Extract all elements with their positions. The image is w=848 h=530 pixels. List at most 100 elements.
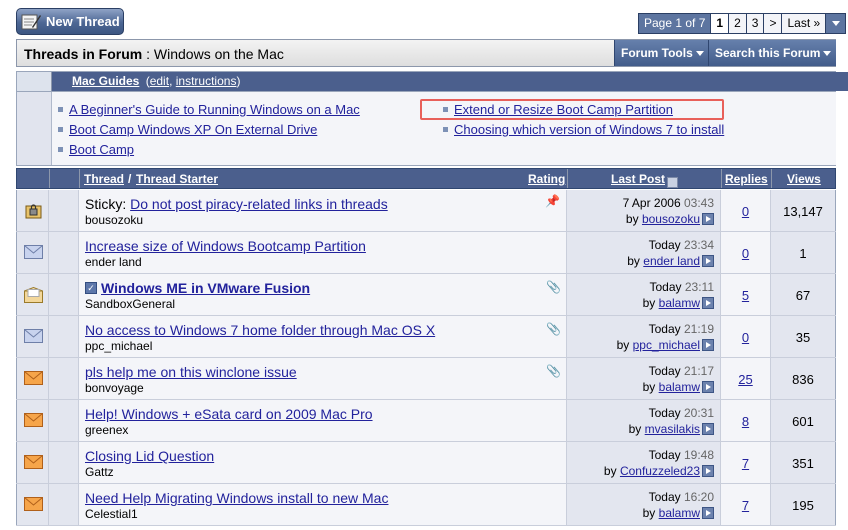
thread-title-link[interactable]: Increase size of Windows Bootcamp Partit… — [85, 238, 366, 254]
by-label: by — [642, 506, 656, 520]
last-post-time: 03:43 — [683, 196, 714, 210]
page-menu-button[interactable] — [826, 14, 846, 33]
last-post-user-link[interactable]: balamw — [659, 506, 700, 520]
go-to-last-post-icon[interactable] — [702, 296, 714, 309]
thread-title-link[interactable]: Do not post piracy-related links in thre… — [130, 196, 388, 212]
views-cell: 351 — [771, 442, 836, 483]
mac-guides-link[interactable]: Mac Guides — [72, 74, 139, 88]
search-forum-menu[interactable]: Search this Forum — [708, 40, 836, 66]
replies-count-link[interactable]: 5 — [721, 288, 770, 303]
thread-starter[interactable]: SandboxGeneral — [85, 297, 175, 311]
page-link-1[interactable]: 1 — [711, 14, 729, 33]
views-cell: 195 — [771, 484, 836, 525]
by-label: by — [627, 254, 640, 268]
hot-envelope-icon — [24, 497, 43, 511]
last-post-user-link[interactable]: ender land — [643, 254, 700, 268]
thread-title-link[interactable]: Windows ME in VMware Fusion — [101, 280, 310, 296]
replies-count-link[interactable]: 8 — [721, 414, 770, 429]
thread-row: Closing Lid Question Gattz Today 19:48 by C… — [16, 442, 836, 484]
column-divider — [567, 169, 568, 188]
envelope-icon — [24, 329, 43, 343]
last-post-column-header[interactable]: Last Post — [611, 172, 679, 189]
thread-title-link[interactable]: pls help me on this winclone issue — [85, 364, 297, 380]
last-post-date: Today 16:20 — [649, 490, 714, 504]
thread-starter[interactable]: ppc_michael — [85, 339, 152, 353]
guide-link[interactable]: Choosing which version of Windows 7 to i… — [454, 122, 724, 137]
last-post-date: Today 19:48 — [649, 448, 714, 462]
go-to-last-post-icon[interactable] — [702, 254, 714, 267]
edit-link[interactable]: edit — [150, 74, 169, 88]
last-post-user-link[interactable]: balamw — [659, 380, 700, 394]
thread-title-link[interactable]: Help! Windows + eSata card on 2009 Mac P… — [85, 406, 373, 422]
go-to-last-post-icon[interactable] — [702, 380, 714, 393]
last-post-author: by balamw — [643, 506, 714, 520]
replies-cell: 7 — [721, 442, 771, 483]
thread-title-link[interactable]: Closing Lid Question — [85, 448, 214, 464]
thread-title-link[interactable]: Need Help Migrating Windows install to n… — [85, 490, 388, 506]
guide-item[interactable]: A Beginner's Guide to Running Windows on… — [58, 102, 360, 117]
guide-link[interactable]: A Beginner's Guide to Running Windows on… — [69, 102, 360, 117]
replies-column-header[interactable]: Replies — [725, 172, 768, 186]
last-post-cell: 7 Apr 2006 03:43 by bousozoku — [567, 190, 721, 231]
last-post-user-link[interactable]: balamw — [659, 296, 700, 310]
page-link-2[interactable]: 2 — [729, 14, 746, 33]
thread-starter-column-header[interactable]: Thread Starter — [136, 172, 218, 186]
replies-count-link[interactable]: 0 — [721, 204, 770, 219]
hot-envelope-icon — [24, 371, 43, 385]
comma: , — [169, 74, 173, 88]
thread-starter[interactable]: Gattz — [85, 465, 114, 479]
replies-count-link[interactable]: 0 — [721, 330, 770, 345]
replies-count-link[interactable]: 7 — [721, 498, 770, 513]
thread-starter[interactable]: bonvoyage — [85, 381, 144, 395]
open-envelope-icon — [24, 286, 43, 303]
rating-column-header[interactable]: Rating — [528, 172, 565, 186]
replies-count-link[interactable]: 7 — [721, 456, 770, 471]
guide-link[interactable]: Boot Camp — [69, 142, 134, 157]
views-count: 351 — [792, 456, 814, 471]
replies-count-link[interactable]: 0 — [721, 246, 770, 261]
column-divider — [79, 169, 80, 188]
last-post-day: Today — [649, 280, 682, 294]
guide-item[interactable]: Choosing which version of Windows 7 to i… — [443, 122, 724, 137]
go-to-last-post-icon[interactable] — [702, 506, 714, 519]
next-page-link[interactable]: > — [764, 14, 782, 33]
paperclip-icon: 📎 — [546, 280, 561, 294]
replies-count-link[interactable]: 25 — [721, 372, 770, 387]
guides-title-bar: Mac Guides (edit, instructions) — [51, 72, 848, 91]
thread-title-link[interactable]: No access to Windows 7 home folder throu… — [85, 322, 435, 338]
last-post-user-link[interactable]: mvasilakis — [645, 422, 700, 436]
thread-row: No access to Windows 7 home folder throu… — [16, 316, 836, 358]
last-post-cell: Today 23:11 by balamw — [567, 274, 721, 315]
last-post-user-link[interactable]: Confuzzeled23 — [620, 464, 700, 478]
views-count: 1 — [799, 246, 807, 261]
thread-starter[interactable]: Celestial1 — [85, 507, 138, 521]
thread-title-cell: pls help me on this winclone issue bonvoy… — [79, 358, 567, 399]
thread-starter[interactable]: greenex — [85, 423, 128, 437]
last-page-link[interactable]: Last » — [782, 14, 826, 33]
guide-link[interactable]: Boot Camp Windows XP On External Drive — [69, 122, 317, 137]
go-to-last-post-icon[interactable] — [702, 212, 714, 225]
views-column-header[interactable]: Views — [787, 172, 821, 186]
by-label: by — [642, 296, 656, 310]
go-to-last-post-icon[interactable] — [702, 422, 714, 435]
by-label: by — [625, 212, 639, 226]
instructions-link[interactable]: instructions — [176, 74, 237, 88]
last-post-day: Today — [648, 448, 681, 462]
thread-starter[interactable]: ender land — [85, 255, 142, 269]
last-post-user-link[interactable]: ppc_michael — [633, 338, 700, 352]
page-title-prefix: Threads in Forum — [24, 46, 143, 62]
guide-item[interactable]: Boot Camp — [58, 142, 134, 157]
last-post-user-link[interactable]: bousozoku — [642, 212, 700, 226]
go-to-last-post-icon[interactable] — [702, 338, 714, 351]
thread-rating-cell — [49, 400, 79, 441]
bullet-icon — [58, 147, 63, 153]
forum-tools-menu[interactable]: Forum Tools — [614, 40, 708, 66]
thread-starter[interactable]: bousozoku — [85, 213, 143, 227]
go-to-last-post-icon[interactable] — [702, 464, 714, 477]
chevron-down-icon — [823, 51, 832, 57]
guide-item[interactable]: Boot Camp Windows XP On External Drive — [58, 122, 317, 137]
bullet-icon — [58, 127, 63, 133]
new-thread-button[interactable]: New Thread — [16, 8, 124, 35]
page-link-3[interactable]: 3 — [746, 14, 764, 33]
thread-column-header[interactable]: Thread — [84, 172, 124, 186]
